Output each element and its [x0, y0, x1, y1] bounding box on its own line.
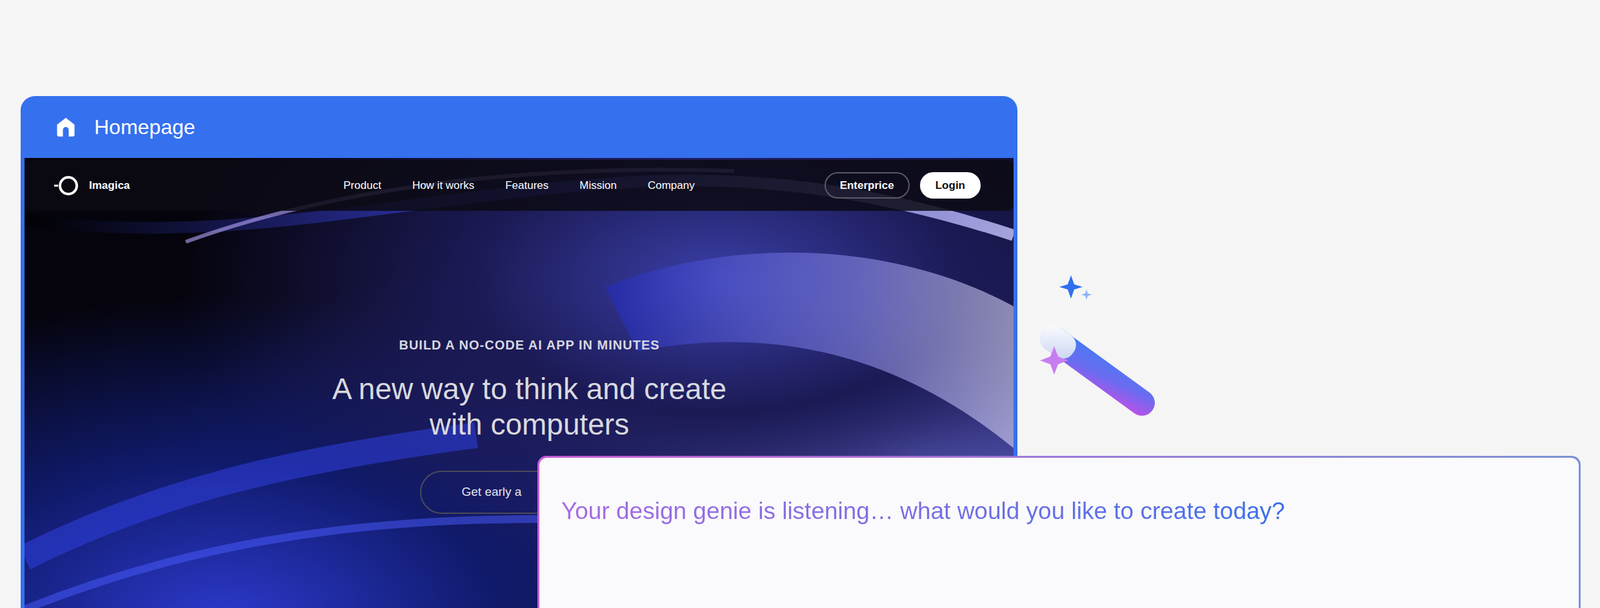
- nav-button[interactable]: Enterprice: [824, 172, 910, 199]
- nav-link[interactable]: Company: [647, 177, 695, 195]
- prompt-input[interactable]: Your design genie is listening… what wou…: [539, 458, 1579, 608]
- nav-link[interactable]: Mission: [579, 177, 617, 195]
- nav-link[interactable]: Features: [505, 177, 549, 195]
- nav-link[interactable]: How it works: [412, 177, 475, 195]
- nav-links: Product How it works Features Mission Compan…: [343, 177, 695, 195]
- magic-wand-icon: [1030, 275, 1190, 417]
- nav-button[interactable]: Login: [920, 172, 981, 199]
- nav-button-label: Enterprice: [840, 177, 895, 195]
- hero-eyebrow: BUILD A NO-CODE AI APP IN MINUTES: [398, 337, 660, 353]
- logo-icon: [54, 174, 80, 198]
- logo-text: Imagica: [89, 177, 130, 195]
- headline-line: with computers: [429, 407, 630, 443]
- nav-button-label: Login: [935, 177, 966, 195]
- prompt-text: Your design genie is listening… what wou…: [561, 496, 1286, 527]
- card-header: Homepage: [20, 96, 1018, 159]
- home-icon: [54, 115, 78, 139]
- cta-label: Get early a: [461, 483, 522, 502]
- prompt-box[interactable]: Your design genie is listening… what wou…: [537, 456, 1581, 608]
- canvas: Homepage Imagica Product How it works Featur…: [0, 0, 1600, 608]
- hero-headline: A new way to think and createwith comput…: [332, 371, 727, 443]
- site-navbar: Imagica Product How it works Features Missio…: [24, 160, 1014, 211]
- card-title: Homepage: [94, 114, 196, 140]
- site-logo[interactable]: Imagica: [24, 174, 344, 198]
- headline-line: A new way to think and create: [332, 371, 727, 408]
- nav-buttons: Enterprice Login: [694, 172, 1014, 199]
- nav-link[interactable]: Product: [343, 177, 382, 195]
